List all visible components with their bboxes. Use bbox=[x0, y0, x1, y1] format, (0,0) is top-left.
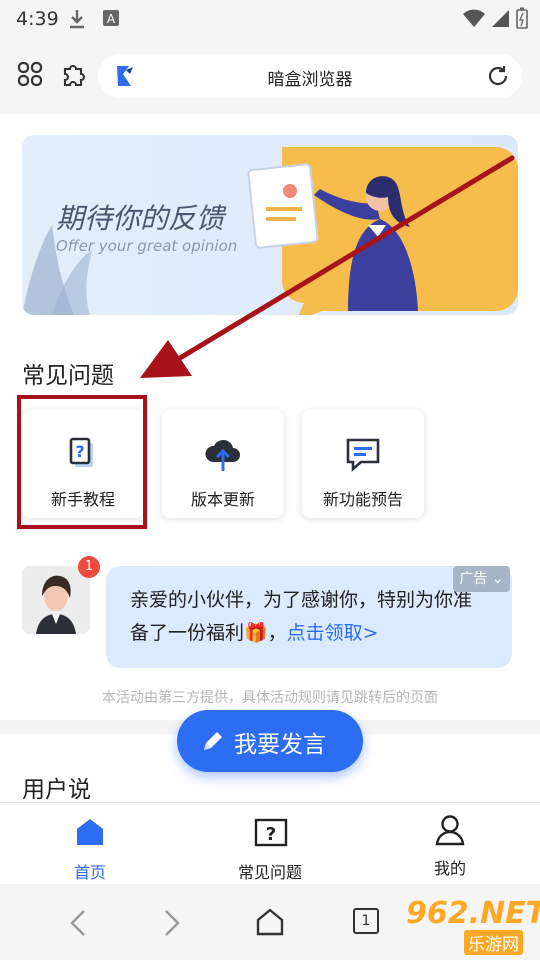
notification-badge: 1 bbox=[78, 556, 100, 578]
page-title: 暗盒浏览器 bbox=[267, 70, 353, 90]
feedback-banner[interactable]: 期待你的反馈 Offer your great opinion bbox=[22, 135, 518, 315]
banner-subtitle: Offer your great opinion bbox=[56, 237, 238, 255]
nav-item-faq[interactable]: ? 常见问题 bbox=[210, 803, 330, 885]
nav-item-profile[interactable]: 我的 bbox=[400, 803, 500, 885]
promo-bubble[interactable]: 亲爱的小伙伴，为了感谢你，特别为你准备了一份福利🎁，点击领取> bbox=[106, 566, 512, 668]
forward-icon[interactable] bbox=[160, 908, 184, 942]
wifi-icon bbox=[462, 8, 486, 32]
download-icon bbox=[68, 9, 86, 33]
claim-link[interactable]: 点击领取> bbox=[287, 622, 379, 644]
ad-label: 广告 bbox=[459, 571, 488, 587]
extensions-puzzle-icon[interactable] bbox=[60, 60, 90, 90]
signal-icon bbox=[490, 8, 510, 32]
apps-grid-icon[interactable] bbox=[16, 60, 46, 90]
message-bubble-icon bbox=[343, 434, 383, 474]
nav-label: 首页 bbox=[73, 863, 106, 882]
question-box-icon: ? bbox=[254, 818, 288, 847]
tabs-counter[interactable]: 1 bbox=[353, 908, 379, 934]
system-nav-bar: 1 962.NET 乐游网 bbox=[0, 884, 540, 960]
highlight-box bbox=[17, 395, 147, 529]
battery-icon bbox=[516, 7, 528, 33]
nav-item-home[interactable]: 首页 bbox=[40, 803, 140, 885]
ad-dropdown[interactable]: 广告 ⌄ bbox=[453, 566, 510, 592]
address-bar[interactable]: 暗盒浏览器 bbox=[98, 54, 522, 98]
status-time: 4:39 bbox=[16, 8, 59, 30]
svg-text:A: A bbox=[107, 12, 116, 26]
watermark-text: 962.NET bbox=[406, 896, 540, 931]
promo-avatar bbox=[22, 566, 90, 634]
users-say-title: 用户说 bbox=[22, 777, 91, 802]
post-comment-button[interactable]: 我要发言 bbox=[177, 710, 363, 772]
faq-card-version-update[interactable]: 版本更新 bbox=[162, 410, 284, 518]
nav-label: 常见问题 bbox=[237, 863, 302, 882]
svg-text:?: ? bbox=[266, 824, 276, 845]
promo-text-block: 亲爱的小伙伴，为了感谢你，特别为你准备了一份福利🎁，点击领取> bbox=[130, 584, 490, 650]
nav-label: 我的 bbox=[433, 859, 466, 878]
chevron-down-icon: ⌄ bbox=[487, 571, 504, 587]
main-content: 期待你的反馈 Offer your great opinion 常见问题 ? 新… bbox=[0, 114, 540, 802]
cloud-upload-icon bbox=[203, 434, 243, 474]
home-icon bbox=[77, 819, 103, 845]
bottom-nav: 首页 ? 常见问题 我的 bbox=[0, 802, 540, 885]
back-icon[interactable] bbox=[66, 908, 90, 942]
browser-toolbar: 暗盒浏览器 bbox=[0, 38, 540, 114]
banner-title: 期待你的反馈 bbox=[56, 202, 225, 235]
home-outline-icon[interactable] bbox=[254, 906, 286, 942]
user-icon bbox=[435, 815, 465, 846]
card-label: 新功能预告 bbox=[322, 490, 403, 509]
faq-section-title: 常见问题 bbox=[22, 363, 114, 389]
pencil-icon bbox=[204, 732, 222, 750]
watermark: 962.NET 乐游网 bbox=[400, 896, 540, 955]
promo-disclaimer: 本活动由第三方提供，具体活动规则请见跳转后的页面 bbox=[102, 690, 438, 706]
fab-label: 我要发言 bbox=[234, 732, 326, 758]
faq-card-new-feature-preview[interactable]: 新功能预告 bbox=[302, 410, 424, 518]
card-label: 版本更新 bbox=[190, 490, 255, 509]
notification-app-icon: A bbox=[102, 9, 120, 31]
watermark-subtext: 乐游网 bbox=[464, 930, 523, 955]
status-bar: 4:39 A bbox=[0, 0, 540, 38]
refresh-icon[interactable] bbox=[486, 64, 510, 92]
